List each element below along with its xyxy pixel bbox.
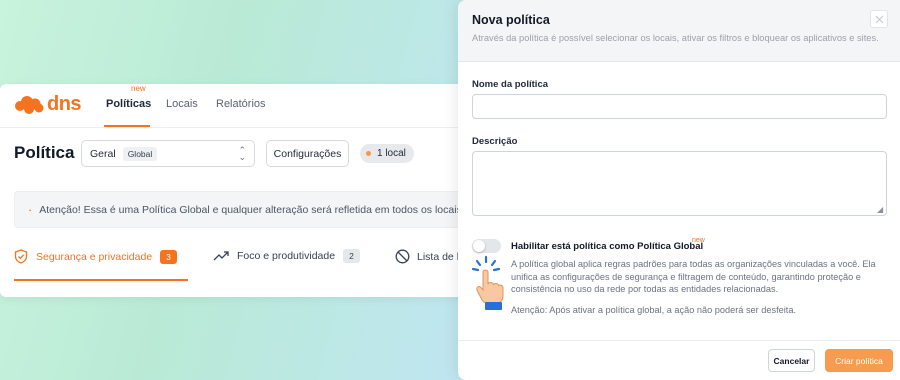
tab-foco[interactable]: Foco e produtividade 2	[213, 249, 360, 263]
toggle-knob	[473, 240, 485, 252]
global-policy-description: A política global aplica regras padrões …	[511, 259, 876, 294]
chevron-updown-icon: ⌃ ⌄	[238, 145, 246, 162]
nav-active-indicator	[104, 125, 150, 127]
policy-select-value: Geral	[90, 147, 116, 160]
pointing-hand-icon	[471, 255, 504, 310]
tab-lista-label: Lista de b	[417, 250, 463, 263]
trending-up-icon	[213, 251, 229, 261]
description-textarea[interactable]	[472, 151, 887, 216]
shield-check-icon	[14, 249, 28, 264]
top-navbar: dns new Políticas Locais Relatórios	[0, 84, 470, 128]
tab-active-indicator	[14, 279, 188, 281]
tab-seguranca[interactable]: Segurança e privacidade 3	[14, 249, 177, 264]
toggle-new-badge: new	[692, 237, 705, 244]
modal-footer-divider	[458, 340, 900, 341]
policy-select[interactable]: Geral Global ⌃ ⌄	[81, 140, 255, 167]
policy-name-input[interactable]	[472, 94, 887, 119]
modal-header: Nova política Através da política é poss…	[458, 0, 900, 62]
warning-text: Atenção! Essa é uma Política Global e qu…	[39, 203, 470, 216]
nav-item-politicas[interactable]: Políticas	[106, 98, 151, 110]
close-icon	[875, 15, 883, 23]
tab-seguranca-count: 3	[160, 249, 177, 264]
tab-seguranca-label: Segurança e privacidade	[36, 250, 153, 263]
nav-item-locais[interactable]: Locais	[166, 98, 198, 110]
logo[interactable]: dns	[14, 93, 82, 116]
logo-text: dns	[47, 93, 82, 115]
tab-foco-count: 2	[343, 249, 360, 263]
policy-name-label: Nome da política	[472, 79, 549, 90]
create-policy-button[interactable]: Criar política	[825, 349, 893, 372]
global-policy-warning-text: Atenção: Após ativar a política global, …	[511, 305, 797, 315]
description-label: Descrição	[472, 136, 518, 147]
global-policy-toggle-label: Habilitar está política como Política Gl…	[511, 241, 704, 252]
app-window: dns new Políticas Locais Relatórios Polí…	[0, 84, 470, 297]
warning-triangle-icon	[29, 208, 32, 211]
global-policy-toggle[interactable]	[472, 239, 501, 253]
local-count-chip[interactable]: 1 local	[360, 144, 414, 163]
configuracoes-button[interactable]: Configurações	[266, 140, 349, 167]
modal-title: Nova política	[472, 13, 550, 27]
nav-item-relatorios[interactable]: Relatórios	[216, 98, 266, 110]
modal-subtitle: Através da política é possível seleciona…	[472, 33, 879, 43]
tab-lista-bloqueio[interactable]: Lista de b	[395, 249, 463, 264]
page-title: Política	[14, 143, 75, 162]
blocked-icon	[395, 249, 410, 264]
resize-grip-icon[interactable]: ◢	[877, 206, 883, 214]
tab-foco-label: Foco e produtividade	[237, 250, 336, 262]
local-count-text: 1 local	[377, 148, 406, 159]
nav-new-badge: new	[131, 84, 146, 93]
cloud-logo-icon	[15, 95, 44, 114]
status-dot	[366, 151, 371, 156]
global-badge: Global	[122, 146, 158, 161]
close-button[interactable]	[870, 10, 888, 28]
cancel-button[interactable]: Cancelar	[768, 349, 815, 372]
global-policy-warning: Atenção! Essa é uma Política Global e qu…	[14, 191, 470, 228]
new-policy-modal: Nova política Através da política é poss…	[458, 0, 900, 380]
